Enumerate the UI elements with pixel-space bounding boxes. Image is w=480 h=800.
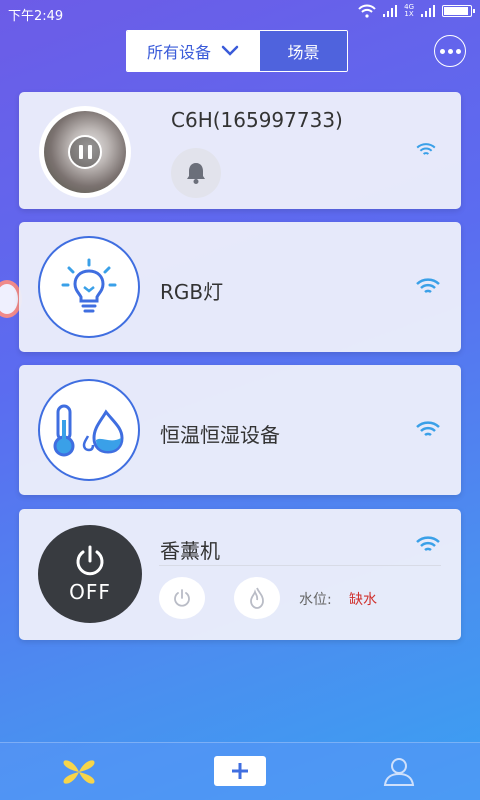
more-options-button[interactable] <box>434 35 466 67</box>
device-name: RGB灯 <box>160 280 224 304</box>
status-bar: 下午2:49 4G 1X <box>0 0 480 26</box>
devices-home-icon[interactable] <box>62 757 96 787</box>
status-time: 下午2:49 <box>8 9 64 24</box>
dot-icon <box>447 48 453 54</box>
device-card-aroma[interactable]: OFF 香薰机 水位: 缺水 <box>19 509 461 640</box>
power-status-label: OFF <box>69 580 111 604</box>
divider <box>159 565 441 566</box>
network-type: 4G 1X <box>404 3 414 18</box>
device-scene-tabs: 所有设备 场景 <box>126 30 348 72</box>
bottom-nav <box>0 742 480 800</box>
device-name: 香薰机 <box>160 539 220 563</box>
dot-icon <box>455 48 461 54</box>
thermo-icon-circle[interactable] <box>38 379 140 481</box>
wifi-icon <box>416 421 440 437</box>
add-device-button[interactable] <box>214 756 266 786</box>
tab-all-devices[interactable]: 所有设备 <box>127 31 259 71</box>
device-name: 恒温恒湿设备 <box>160 423 280 447</box>
device-card-rgb-light[interactable]: RGB灯 <box>19 222 461 352</box>
wifi-icon <box>416 143 436 155</box>
device-name: C6H(165997733) <box>171 108 343 132</box>
aroma-power-button[interactable] <box>159 577 205 619</box>
wifi-icon <box>416 536 440 552</box>
alarm-button[interactable] <box>171 148 221 198</box>
dot-icon <box>439 48 445 54</box>
flame-icon <box>250 587 264 609</box>
power-icon <box>174 589 190 607</box>
wifi-icon <box>416 278 440 294</box>
camera-preview-image <box>44 111 126 193</box>
camera-thumbnail[interactable] <box>39 106 131 198</box>
wifi-status-icon <box>358 4 376 18</box>
aroma-mist-button[interactable] <box>234 577 280 619</box>
tab-all-devices-label: 所有设备 <box>146 43 211 62</box>
device-card-thermo-humidity[interactable]: 恒温恒湿设备 <box>19 365 461 495</box>
battery-icon <box>442 5 475 17</box>
water-level-label: 水位: <box>299 592 332 608</box>
signal-icon <box>383 5 398 17</box>
device-card-camera[interactable]: C6H(165997733) <box>19 92 461 209</box>
power-icon <box>76 545 104 576</box>
light-bulb-icon <box>61 258 117 313</box>
thermometer-humidity-icon <box>53 404 124 457</box>
chevron-down-icon <box>221 45 239 56</box>
plus-icon <box>232 763 248 779</box>
tab-scene[interactable]: 场景 <box>259 31 347 71</box>
status-icons: 4G 1X <box>358 3 475 18</box>
power-toggle[interactable]: OFF <box>38 525 142 623</box>
user-profile-icon[interactable] <box>382 755 416 787</box>
signal-icon-2 <box>421 5 435 17</box>
water-level-value: 缺水 <box>349 592 377 608</box>
light-icon-circle[interactable] <box>38 236 140 338</box>
pause-icon[interactable] <box>68 135 102 169</box>
bell-icon <box>187 163 205 184</box>
